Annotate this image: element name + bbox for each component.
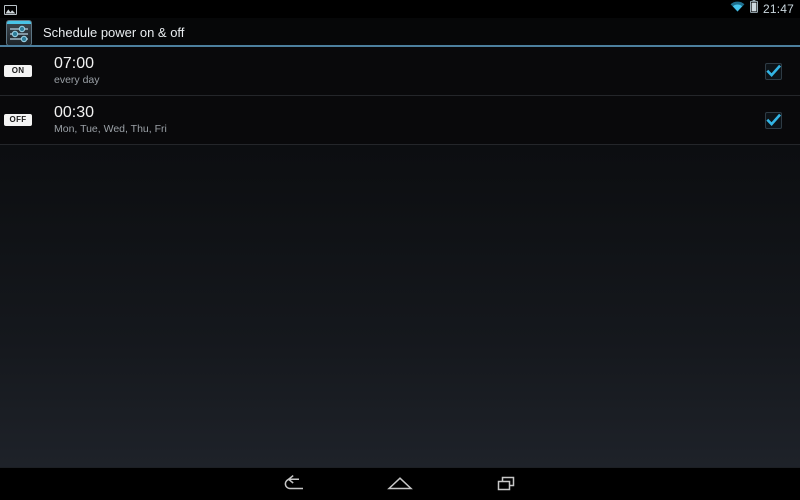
recents-icon[interactable]: [484, 469, 528, 499]
list-item[interactable]: ON 07:00 every day: [0, 47, 800, 96]
back-icon[interactable]: [272, 469, 316, 499]
list-item[interactable]: OFF 00:30 Mon, Tue, Wed, Thu, Fri: [0, 96, 800, 145]
battery-icon: [749, 0, 758, 18]
schedule-repeat: every day: [54, 73, 100, 86]
status-badge: ON: [4, 65, 32, 77]
schedule-repeat: Mon, Tue, Wed, Thu, Fri: [54, 122, 167, 135]
main-content: ON 07:00 every day OFF 00:30 Mon, Tue, W…: [0, 47, 800, 467]
schedule-enable-checkbox[interactable]: [765, 111, 782, 129]
action-bar[interactable]: Schedule power on & off: [0, 18, 800, 47]
schedule-details: 00:30 Mon, Tue, Wed, Thu, Fri: [54, 104, 765, 135]
screenshot-image-icon: [4, 3, 17, 15]
android-screen: 21:47 Schedule power on & off ON 07:00 e…: [0, 0, 800, 500]
status-bar-clock: 21:47: [762, 1, 794, 16]
schedule-enable-checkbox[interactable]: [765, 62, 782, 80]
schedule-time: 07:00: [54, 55, 95, 73]
status-bar-notifications[interactable]: [4, 3, 17, 15]
schedule-details: 07:00 every day: [54, 55, 765, 86]
navigation-bar[interactable]: [0, 467, 800, 500]
status-badge: OFF: [4, 114, 32, 126]
status-bar-system-icons[interactable]: 21:47: [730, 0, 794, 18]
status-bar[interactable]: 21:47: [0, 0, 800, 18]
settings-sliders-icon[interactable]: [6, 19, 32, 46]
page-title: Schedule power on & off: [43, 25, 185, 40]
schedule-list: ON 07:00 every day OFF 00:30 Mon, Tue, W…: [0, 47, 800, 145]
home-icon[interactable]: [378, 469, 422, 499]
schedule-time: 00:30: [54, 104, 95, 122]
wifi-icon: [730, 0, 745, 18]
